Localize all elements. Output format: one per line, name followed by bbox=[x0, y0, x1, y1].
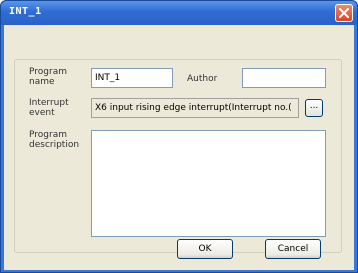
close-icon bbox=[339, 8, 349, 18]
ok-button[interactable]: OK bbox=[177, 239, 233, 259]
cancel-button[interactable]: Cancel bbox=[265, 239, 321, 259]
program-description-textarea[interactable] bbox=[91, 130, 326, 237]
author-label: Author bbox=[187, 74, 218, 84]
author-input[interactable] bbox=[242, 68, 326, 88]
dialog-body: Program name INT_1 Author Interrupt even… bbox=[4, 25, 354, 270]
program-name-label: Program name bbox=[29, 67, 67, 87]
close-button[interactable] bbox=[335, 4, 353, 22]
program-name-input[interactable]: INT_1 bbox=[91, 68, 173, 88]
interrupt-event-label: Interrupt event bbox=[29, 98, 69, 118]
program-description-label: Program description bbox=[29, 130, 80, 150]
program-info-group: Program name INT_1 Author Interrupt even… bbox=[14, 59, 342, 253]
browse-interrupt-button[interactable]: ... bbox=[305, 99, 323, 117]
title-bar[interactable]: INT_1 bbox=[1, 1, 357, 25]
dialog-window: INT_1 Program name INT_1 Author Interrup… bbox=[0, 0, 358, 273]
window-title: INT_1 bbox=[9, 6, 42, 17]
interrupt-event-field: X6 input rising edge interrupt(Interrupt… bbox=[91, 98, 299, 118]
